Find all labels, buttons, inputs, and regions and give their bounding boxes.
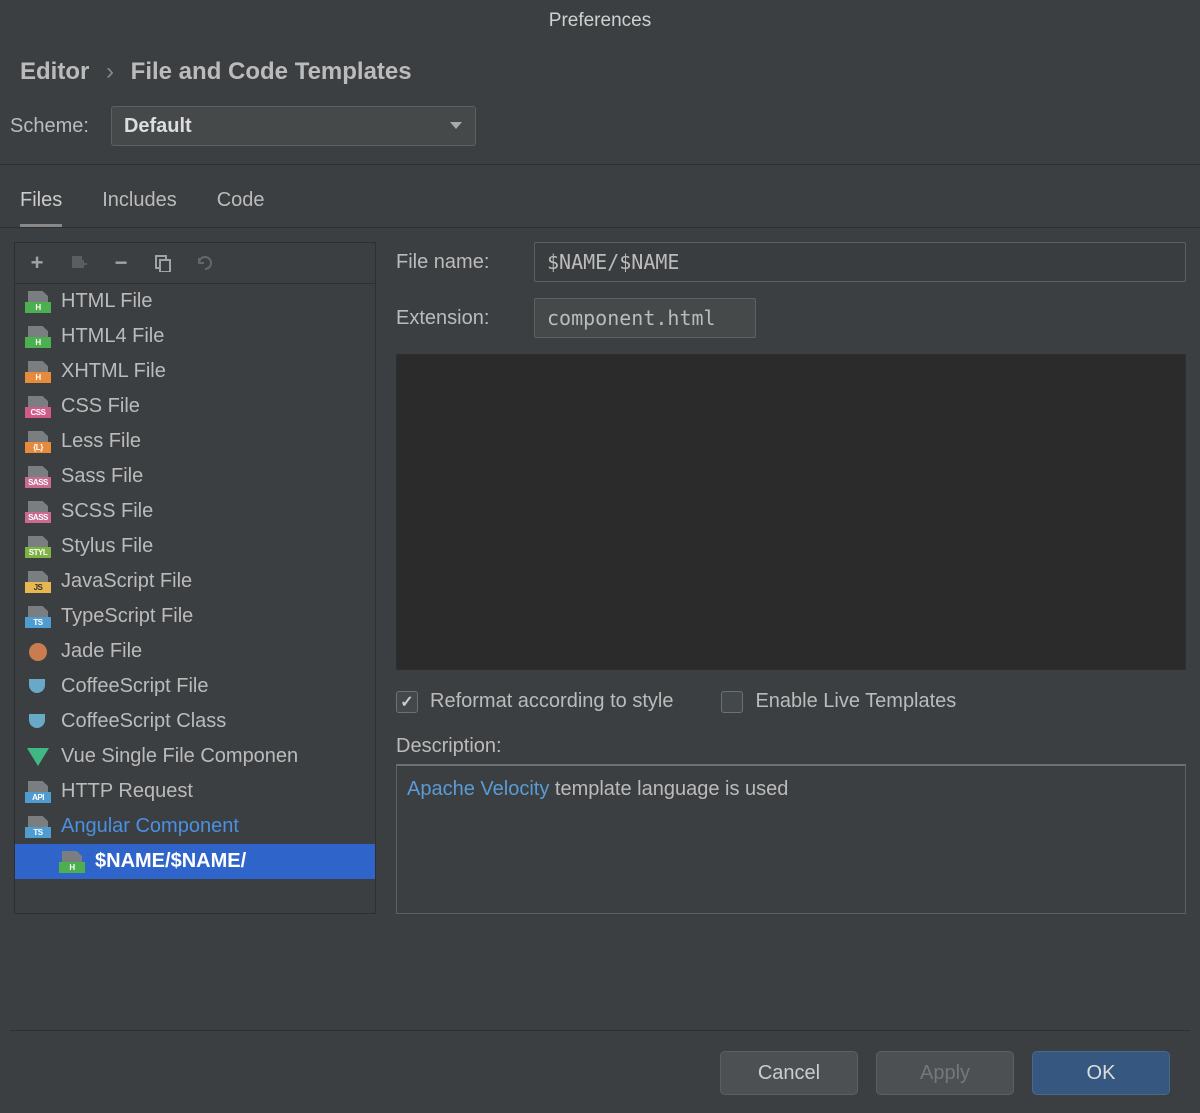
extension-input[interactable]	[534, 298, 756, 338]
apply-button[interactable]: Apply	[876, 1051, 1014, 1095]
template-item[interactable]: Jade File	[15, 634, 375, 669]
template-item-label: Stylus File	[61, 535, 153, 558]
template-item-label: HTTP Request	[61, 780, 193, 803]
template-item[interactable]: STYLStylus File	[15, 529, 375, 564]
checkbox-icon	[396, 691, 418, 713]
template-item-label: Vue Single File Componen	[61, 745, 298, 768]
template-item[interactable]: SASSSass File	[15, 459, 375, 494]
template-item-label: Jade File	[61, 640, 142, 663]
template-item[interactable]: H$NAME/$NAME/	[15, 844, 375, 879]
template-item-label: JavaScript File	[61, 570, 192, 593]
template-item[interactable]: HXHTML File	[15, 354, 375, 389]
template-item[interactable]: HHTML4 File	[15, 319, 375, 354]
add-icon[interactable]: +	[27, 253, 47, 273]
tab-files[interactable]: Files	[20, 189, 62, 227]
cancel-button[interactable]: Cancel	[720, 1051, 858, 1095]
template-item[interactable]: TSTypeScript File	[15, 599, 375, 634]
template-list-pane: + − HHTML FileHHTML4 FileHXHTML FileCSSC…	[14, 242, 376, 914]
template-item[interactable]: CSSCSS File	[15, 389, 375, 424]
template-toolbar: + −	[15, 243, 375, 284]
template-item[interactable]: CoffeeScript File	[15, 669, 375, 704]
description-label: Description:	[396, 735, 1186, 758]
template-item[interactable]: CoffeeScript Class	[15, 704, 375, 739]
template-item[interactable]: {L}Less File	[15, 424, 375, 459]
template-editor[interactable]	[396, 354, 1186, 670]
extension-label: Extension:	[396, 307, 518, 330]
template-item[interactable]: JSJavaScript File	[15, 564, 375, 599]
template-item-label: Sass File	[61, 465, 143, 488]
tab-code[interactable]: Code	[217, 189, 265, 227]
template-item[interactable]: SASSSCSS File	[15, 494, 375, 529]
breadcrumb: Editor › File and Code Templates	[0, 46, 1200, 106]
template-editor-pane: File name: Extension: Reformat according…	[396, 242, 1186, 914]
apache-velocity-link[interactable]: Apache Velocity	[407, 778, 549, 800]
tab-includes[interactable]: Includes	[102, 189, 177, 227]
tabs: Files Includes Code	[0, 165, 1200, 228]
add-child-icon[interactable]	[69, 253, 89, 273]
template-item[interactable]: APIHTTP Request	[15, 774, 375, 809]
live-templates-checkbox[interactable]: Enable Live Templates	[721, 690, 956, 713]
template-item[interactable]: HHTML File	[15, 284, 375, 319]
breadcrumb-item-editor[interactable]: Editor	[20, 58, 89, 85]
template-item-label: $NAME/$NAME/	[95, 850, 246, 873]
breadcrumb-separator: ›	[106, 58, 114, 85]
ok-button[interactable]: OK	[1032, 1051, 1170, 1095]
scheme-value: Default	[124, 115, 192, 138]
filename-label: File name:	[396, 251, 518, 274]
template-item-label: Angular Component	[61, 815, 239, 838]
footer-divider	[10, 1030, 1190, 1031]
reformat-label: Reformat according to style	[430, 690, 673, 713]
template-item-label: TypeScript File	[61, 605, 193, 628]
template-item-label: HTML4 File	[61, 325, 164, 348]
template-item-label: XHTML File	[61, 360, 166, 383]
template-item-label: CoffeeScript Class	[61, 710, 226, 733]
footer-buttons: Cancel Apply OK	[720, 1051, 1170, 1095]
template-item-label: HTML File	[61, 290, 152, 313]
template-item-label: CSS File	[61, 395, 140, 418]
copy-icon[interactable]	[153, 253, 173, 273]
remove-icon[interactable]: −	[111, 253, 131, 273]
chevron-down-icon	[449, 121, 463, 131]
template-list: HHTML FileHHTML4 FileHXHTML FileCSSCSS F…	[15, 284, 375, 879]
filename-input[interactable]	[534, 242, 1186, 282]
undo-icon[interactable]	[195, 253, 215, 273]
scheme-label: Scheme:	[10, 115, 89, 138]
breadcrumb-item-templates: File and Code Templates	[131, 58, 412, 85]
template-item[interactable]: TSAngular Component	[15, 809, 375, 844]
window-title: Preferences	[0, 0, 1200, 46]
reformat-checkbox[interactable]: Reformat according to style	[396, 690, 673, 713]
description-text: template language is used	[549, 778, 788, 800]
scheme-select[interactable]: Default	[111, 106, 476, 146]
template-item[interactable]: Vue Single File Componen	[15, 739, 375, 774]
template-item-label: CoffeeScript File	[61, 675, 208, 698]
description-box: Apache Velocity template language is use…	[396, 764, 1186, 914]
live-templates-label: Enable Live Templates	[755, 690, 956, 713]
template-item-label: SCSS File	[61, 500, 153, 523]
checkbox-icon	[721, 691, 743, 713]
template-item-label: Less File	[61, 430, 141, 453]
